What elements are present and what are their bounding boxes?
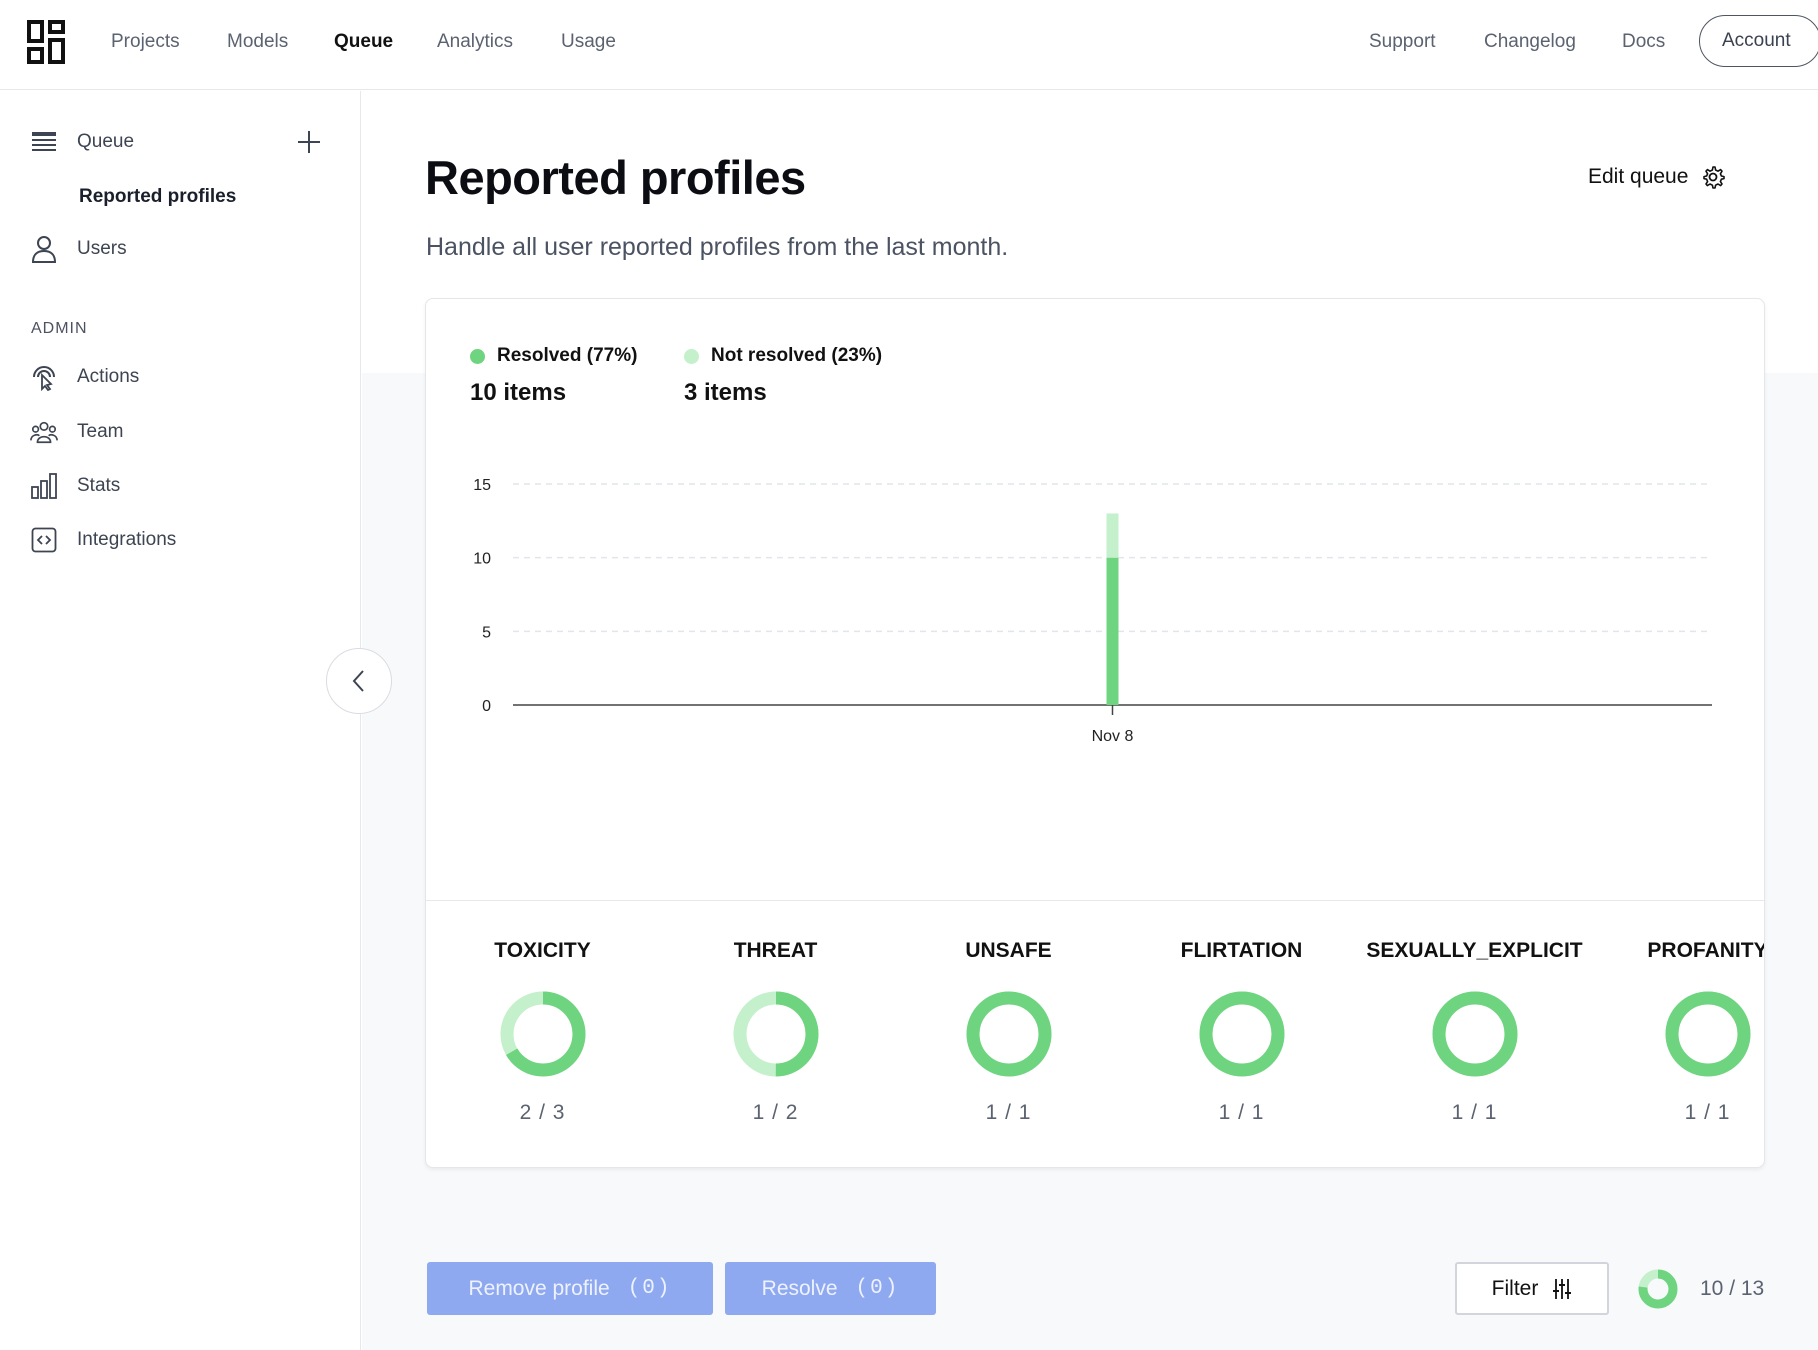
nav-projects[interactable]: Projects [111, 31, 180, 53]
metric-sexually-explicit[interactable]: SEXUALLY_EXPLICIT 1 / 1 [1358, 939, 1591, 1125]
sidebar-item-actions[interactable]: Actions [30, 361, 139, 393]
y-tick-label: 5 [482, 624, 491, 641]
nav-analytics[interactable]: Analytics [437, 31, 513, 53]
nav-queue[interactable]: Queue [334, 31, 393, 53]
remove-profile-label: Remove profile [468, 1276, 610, 1300]
metric-count: 1 / 1 [1451, 1101, 1498, 1124]
metric-threat[interactable]: THREAT 1 / 2 [659, 939, 892, 1125]
sliders-icon [1553, 1278, 1572, 1299]
bar-resolved [1106, 557, 1119, 705]
sidebar: Queue Reported profiles Users ADMIN Acti… [0, 91, 361, 1350]
filter-button[interactable]: Filter [1455, 1262, 1609, 1315]
resolve-count: (0) [855, 1277, 900, 1300]
collapse-sidebar-button[interactable] [326, 648, 392, 714]
metric-count: 2 / 3 [519, 1101, 566, 1124]
metric-ring [966, 991, 1051, 1077]
metric-ring [1199, 991, 1284, 1077]
x-tick-label: Nov 8 [1092, 728, 1134, 745]
not-resolved-dot [684, 348, 699, 364]
edit-queue-button[interactable]: Edit queue [1588, 165, 1726, 189]
metric-count: 1 / 1 [985, 1101, 1032, 1124]
sidebar-item-label: Team [77, 421, 124, 442]
metric-count: 1 / 2 [752, 1101, 799, 1124]
metric-profanity[interactable]: PROFANITY 1 / 1 [1591, 939, 1765, 1125]
team-icon [30, 418, 58, 446]
ring-resolved-arc [966, 991, 1051, 1077]
sidebar-item-queue[interactable]: Queue [30, 126, 134, 158]
nav-models[interactable]: Models [227, 31, 288, 53]
remove-profile-count: (0) [627, 1277, 672, 1300]
chevron-left-icon [352, 670, 364, 692]
admin-heading: ADMIN [31, 320, 88, 337]
sidebar-item-integrations[interactable]: Integrations [30, 524, 176, 556]
sidebar-item-label: Actions [77, 366, 140, 387]
metric-toxicity[interactable]: TOXICITY 2 / 3 [426, 939, 659, 1125]
metric-name: PROFANITY [1647, 939, 1765, 962]
resolved-count: 10 items [470, 379, 567, 406]
metric-flirtation[interactable]: FLIRTATION 1 / 1 [1125, 939, 1358, 1125]
y-tick-label: 10 [473, 551, 491, 568]
plus-icon [298, 131, 320, 153]
metric-unsafe[interactable]: UNSAFE 1 / 1 [892, 939, 1125, 1125]
metric-name: SEXUALLY_EXPLICIT [1366, 939, 1583, 962]
queue-stats-card: Resolved (77%) 10 items Not resolved (23… [425, 298, 1765, 1168]
queue-list-icon [30, 128, 58, 156]
edit-queue-label: Edit queue [1588, 165, 1689, 188]
metric-ring [733, 991, 818, 1077]
remove-profile-button[interactable]: Remove profile (0) [427, 1262, 713, 1315]
card-divider [426, 900, 1764, 901]
resolution-bar-chart: 0 5 10 15 Nov 8 [473, 477, 1712, 745]
sidebar-item-team[interactable]: Team [30, 416, 123, 448]
legend-resolved: Resolved (77%) [470, 345, 637, 367]
app-logo[interactable] [27, 20, 65, 64]
legend-label: Resolved (77%) [497, 345, 638, 366]
gear-icon [1703, 166, 1726, 189]
overall-progress-text: 10 / 13 [1700, 1277, 1765, 1300]
y-tick-label: 0 [482, 698, 491, 715]
user-icon [30, 235, 58, 263]
sidebar-item-reported-profiles[interactable]: Reported profiles [79, 186, 236, 208]
sidebar-item-label: Queue [77, 131, 135, 152]
metric-ring [1432, 991, 1517, 1077]
ring-resolved-arc [1432, 991, 1517, 1077]
nav-changelog[interactable]: Changelog [1484, 31, 1576, 53]
metric-ring [1665, 991, 1750, 1077]
bar-chart-icon [30, 472, 58, 500]
resolve-label: Resolve [761, 1276, 838, 1300]
sidebar-item-users[interactable]: Users [30, 233, 127, 265]
metric-ring [500, 991, 585, 1077]
resolve-button[interactable]: Resolve (0) [725, 1262, 936, 1315]
page-title: Reported profiles [425, 151, 806, 204]
top-navbar: Projects Models Queue Analytics Usage Su… [0, 0, 1818, 90]
legend-label: Not resolved (23%) [711, 345, 883, 366]
sidebar-item-stats[interactable]: Stats [30, 470, 120, 502]
nav-support[interactable]: Support [1369, 31, 1436, 53]
metric-name: FLIRTATION [1180, 939, 1303, 962]
metric-name: TOXICITY [494, 939, 591, 962]
ring-resolved-arc [1199, 991, 1284, 1077]
filter-label: Filter [1491, 1276, 1539, 1300]
not-resolved-count: 3 items [684, 379, 767, 406]
overall-progress-ring [1638, 1269, 1678, 1309]
page-subtitle: Handle all user reported profiles from t… [426, 233, 1009, 261]
sidebar-item-label: Users [77, 238, 127, 259]
legend-not-resolved: Not resolved (23%) [684, 345, 882, 367]
code-icon [30, 526, 58, 554]
bar-not-resolved [1106, 513, 1119, 558]
account-button[interactable]: Account [1699, 15, 1818, 67]
y-tick-label: 15 [473, 477, 491, 494]
metric-count: 1 / 1 [1684, 1101, 1731, 1124]
sidebar-item-label: Integrations [77, 529, 177, 550]
ring-resolved-arc [1665, 991, 1750, 1077]
metric-name: THREAT [733, 939, 818, 962]
sidebar-item-label: Stats [77, 475, 121, 496]
add-queue-button[interactable] [296, 129, 322, 155]
pointer-icon [30, 363, 58, 391]
nav-usage[interactable]: Usage [561, 31, 616, 53]
resolved-dot [470, 348, 485, 364]
metric-count: 1 / 1 [1218, 1101, 1265, 1124]
metric-name: UNSAFE [965, 939, 1052, 962]
nav-docs[interactable]: Docs [1622, 31, 1665, 53]
